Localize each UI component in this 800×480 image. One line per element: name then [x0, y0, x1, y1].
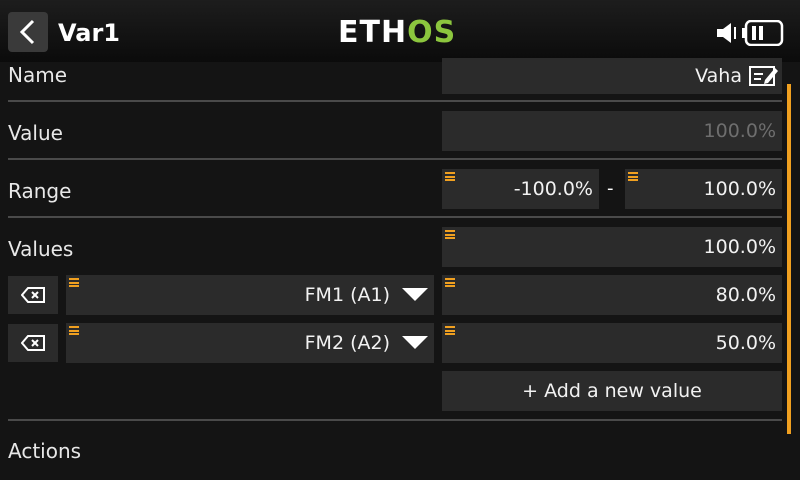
divider [8, 100, 782, 102]
dropdown-arrow-icon [402, 336, 428, 349]
flight-mode-value: FM1 (A1) [304, 284, 390, 306]
name-value: Vaha [695, 65, 742, 87]
adjust-marker-icon [445, 278, 455, 287]
flight-mode-value-field[interactable]: 80.0% [442, 275, 782, 315]
flight-mode-value-field[interactable]: 50.0% [442, 323, 782, 363]
flight-mode-dropdown[interactable]: FM2 (A2) [66, 323, 434, 363]
entry-value: 50.0% [715, 332, 776, 354]
adjust-marker-icon [69, 326, 79, 335]
name-field[interactable]: Vaha [442, 58, 782, 94]
delete-value-button[interactable] [8, 324, 58, 362]
adjust-marker-icon [445, 172, 455, 181]
range-label: Range [8, 179, 72, 203]
add-new-value-button[interactable]: + Add a new value [442, 371, 782, 411]
range-min-field[interactable]: -100.0% [442, 169, 599, 209]
adjust-marker-icon [445, 326, 455, 335]
range-max-field[interactable]: 100.0% [625, 169, 782, 209]
page-title: Var1 [58, 19, 120, 47]
back-button[interactable] [8, 12, 48, 52]
divider [8, 158, 782, 160]
ethos-logo: ETHOS [338, 15, 457, 50]
scrollbar[interactable] [787, 84, 791, 434]
range-max-value: 100.0% [703, 178, 776, 200]
values-label: Values [8, 237, 74, 261]
back-arrow-icon [19, 19, 35, 45]
range-separator: - [607, 178, 614, 199]
flight-mode-value: FM2 (A2) [304, 332, 390, 354]
header-bar: Var1 ETHOS [0, 0, 800, 62]
adjust-marker-icon [69, 278, 79, 287]
value-field: 100.0% [442, 111, 782, 151]
adjust-marker-icon [445, 230, 455, 239]
name-label: Name [8, 63, 68, 87]
flight-mode-dropdown[interactable]: FM1 (A1) [66, 275, 434, 315]
entry-value: 80.0% [715, 284, 776, 306]
backspace-delete-icon [21, 287, 45, 303]
backspace-delete-icon [21, 335, 45, 351]
adjust-marker-icon [628, 172, 638, 181]
dropdown-arrow-icon [402, 288, 428, 301]
values-default-value: 100.0% [703, 236, 776, 258]
edit-icon [749, 66, 778, 86]
divider [8, 216, 782, 218]
range-min-value: -100.0% [513, 178, 593, 200]
actions-label[interactable]: Actions [8, 438, 81, 464]
value-label: Value [8, 121, 63, 145]
battery-icon [742, 20, 784, 46]
values-default-field[interactable]: 100.0% [442, 227, 782, 267]
delete-value-button[interactable] [8, 276, 58, 314]
divider [8, 419, 782, 421]
speaker-icon[interactable] [716, 21, 738, 45]
